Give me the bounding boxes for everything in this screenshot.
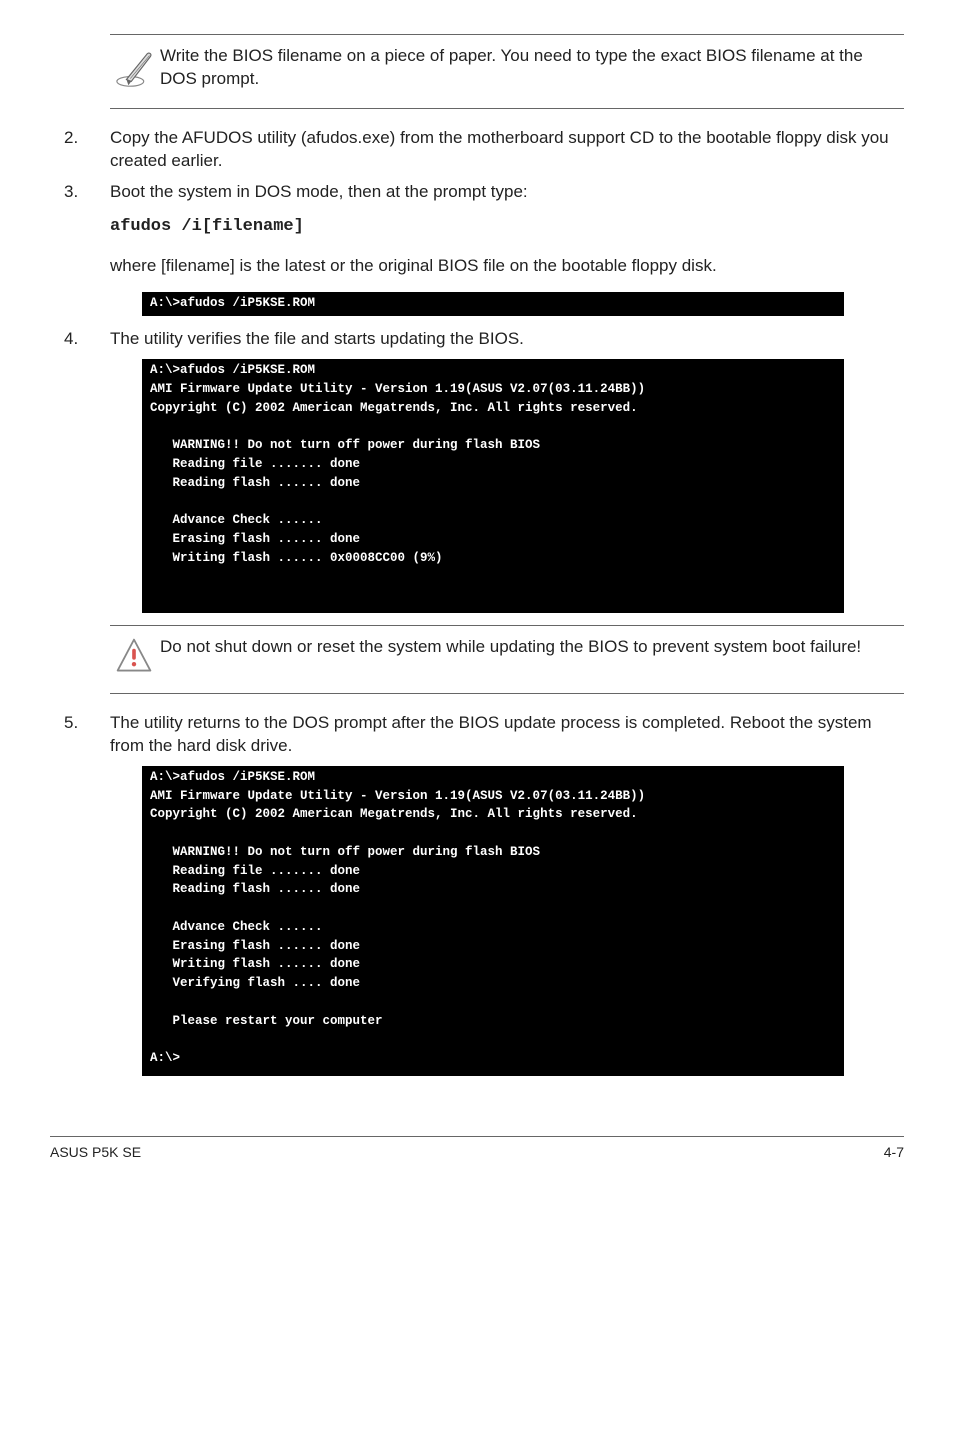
step-3: 3. Boot the system in DOS mode, then at … xyxy=(50,181,904,239)
pencil-icon xyxy=(110,45,160,98)
step-5: 5. The utility returns to the DOS prompt… xyxy=(50,712,904,758)
console-output-1: A:\>afudos /iP5KSE.ROM xyxy=(142,292,844,317)
page-footer: ASUS P5K SE 4-7 xyxy=(50,1136,904,1162)
step-number: 4. xyxy=(50,328,110,351)
step-2: 2. Copy the AFUDOS utility (afudos.exe) … xyxy=(50,127,904,173)
command-text: afudos /i[filename] xyxy=(110,216,904,239)
step-number: 2. xyxy=(50,127,110,150)
step-text: Boot the system in DOS mode, then at the… xyxy=(110,181,904,204)
step-body: The utility verifies the file and starts… xyxy=(110,328,904,351)
warning-text: Do not shut down or reset the system whi… xyxy=(160,636,904,659)
step-body: The utility returns to the DOS prompt af… xyxy=(110,712,904,758)
step-number: 5. xyxy=(50,712,110,735)
console-output-3: A:\>afudos /iP5KSE.ROM AMI Firmware Upda… xyxy=(142,766,844,1076)
console-output-2: A:\>afudos /iP5KSE.ROM AMI Firmware Upda… xyxy=(142,359,844,613)
step-3-explain: where [filename] is the latest or the or… xyxy=(110,255,904,278)
footer-left: ASUS P5K SE xyxy=(50,1143,141,1162)
step-body: Copy the AFUDOS utility (afudos.exe) fro… xyxy=(110,127,904,173)
warning-icon xyxy=(110,636,160,683)
step-4: 4. The utility verifies the file and sta… xyxy=(50,328,904,351)
warning-note: Do not shut down or reset the system whi… xyxy=(110,625,904,694)
note-write-filename: Write the BIOS filename on a piece of pa… xyxy=(110,34,904,109)
footer-right: 4-7 xyxy=(884,1143,904,1162)
step-number: 3. xyxy=(50,181,110,204)
note-text: Write the BIOS filename on a piece of pa… xyxy=(160,45,904,91)
